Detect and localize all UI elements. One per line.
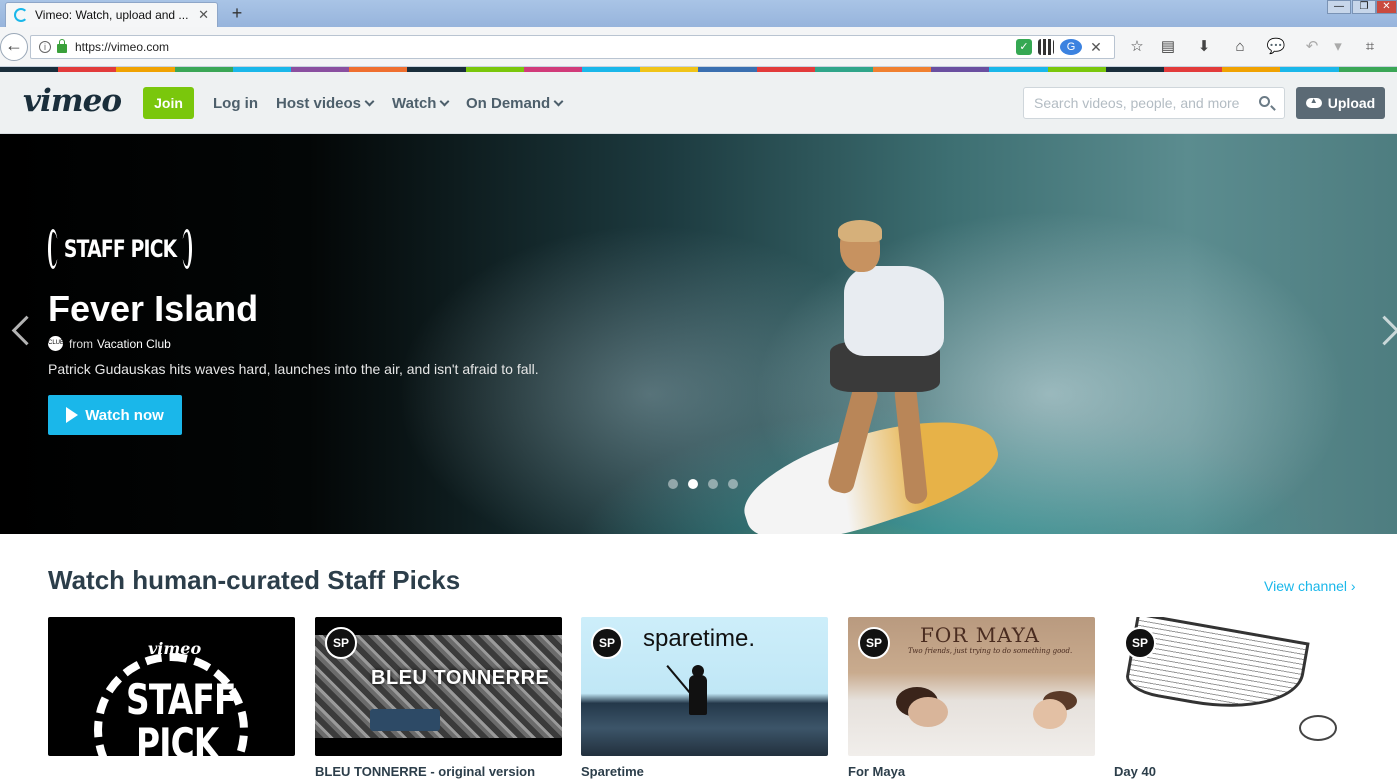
video-thumbnail-bleu-tonnerre[interactable]: BLEU TONNERRE SP bbox=[315, 617, 562, 756]
carousel-prev-arrow[interactable] bbox=[12, 314, 28, 344]
thumb-logo: vimeo bbox=[148, 639, 202, 658]
on-demand-label: On Demand bbox=[466, 95, 551, 112]
staff-pick-text: STAFF PICK bbox=[63, 235, 177, 263]
carousel-dot[interactable] bbox=[728, 479, 738, 489]
vimeo-logo[interactable]: vimeo bbox=[23, 83, 122, 119]
thumb-subtitle: Two friends, just trying to do something… bbox=[908, 647, 1073, 655]
video-thumbnail-sparetime[interactable]: sparetime. SP bbox=[581, 617, 828, 756]
sp-badge-icon: SP bbox=[1124, 627, 1156, 659]
thumb-title: FOR MAYA bbox=[920, 623, 1040, 647]
video-thumbnail-for-maya[interactable]: FOR MAYA Two friends, just trying to do … bbox=[848, 617, 1095, 756]
star-icon[interactable]: ☆ bbox=[1127, 37, 1147, 57]
window-minimize-button[interactable]: — bbox=[1327, 0, 1351, 14]
laurel-icon bbox=[182, 229, 193, 269]
thumb-title: BLEU TONNERRE bbox=[371, 667, 550, 689]
tab-title: Vimeo: Watch, upload and ... bbox=[35, 8, 189, 22]
chat-icon[interactable]: 💬 bbox=[1266, 37, 1286, 57]
staff-pick-badge: STAFF PICK bbox=[48, 227, 193, 271]
reading-list-icon[interactable]: ▤ bbox=[1158, 37, 1178, 57]
crop-icon[interactable]: ⌗ bbox=[1360, 37, 1380, 57]
on-demand-menu[interactable]: On Demand bbox=[466, 95, 564, 112]
join-button[interactable]: Join bbox=[143, 87, 194, 119]
chevron-down-icon bbox=[364, 96, 375, 107]
extension-g-icon[interactable]: G bbox=[1060, 39, 1082, 55]
url-text[interactable]: https://vimeo.com bbox=[75, 40, 1016, 54]
thumb-pick-text: PICK bbox=[136, 719, 219, 756]
window-close-button[interactable]: ✕ bbox=[1376, 0, 1397, 14]
video-caption[interactable]: BLEU TONNERRE - original version bbox=[315, 764, 535, 779]
carousel-dot[interactable] bbox=[688, 479, 698, 489]
browser-tab[interactable]: Vimeo: Watch, upload and ... ✕ bbox=[5, 2, 218, 27]
view-channel-link[interactable]: View channel › bbox=[1264, 578, 1356, 594]
hero-description: Patrick Gudauskas hits waves hard, launc… bbox=[48, 361, 539, 377]
thumb-title: sparetime. bbox=[643, 625, 756, 652]
loading-icon bbox=[14, 8, 28, 22]
host-videos-menu[interactable]: Host videos bbox=[276, 95, 375, 112]
carousel-next-arrow[interactable] bbox=[1380, 314, 1396, 344]
sp-badge-icon: SP bbox=[591, 627, 623, 659]
chevron-down-icon bbox=[440, 96, 450, 107]
browser-nav-bar: ← i https://vimeo.com ✓ G ✕ ☆ ▤ ⬇ ⌂ 💬 ↶ … bbox=[0, 27, 1397, 67]
info-icon[interactable]: i bbox=[39, 41, 51, 53]
hero-title[interactable]: Fever Island bbox=[48, 288, 258, 330]
creator-link[interactable]: Vacation Club bbox=[97, 337, 171, 351]
home-icon[interactable]: ⌂ bbox=[1230, 37, 1250, 57]
search-icon[interactable] bbox=[1259, 96, 1270, 107]
browser-tab-bar: Vimeo: Watch, upload and ... ✕ + — ❐ ✕ bbox=[0, 0, 1397, 27]
chevron-down-icon[interactable]: ▾ bbox=[1328, 37, 1348, 57]
qr-code-icon[interactable] bbox=[1038, 39, 1054, 55]
search-input[interactable] bbox=[1034, 88, 1254, 118]
tab-close-icon[interactable]: ✕ bbox=[198, 7, 209, 23]
silhouette-image bbox=[689, 665, 707, 715]
carousel-dots bbox=[668, 479, 748, 489]
sp-badge-icon: SP bbox=[858, 627, 890, 659]
laurel-icon bbox=[48, 229, 58, 269]
download-icon[interactable]: ⬇ bbox=[1194, 37, 1214, 57]
hero-carousel: STAFF PICK Fever Island CLUB from Vacati… bbox=[0, 134, 1397, 534]
hero-byline: CLUB from Vacation Club bbox=[48, 336, 171, 351]
watch-label: Watch bbox=[392, 95, 437, 112]
truck-image bbox=[370, 709, 440, 731]
watch-now-button[interactable]: Watch now bbox=[48, 395, 182, 435]
video-caption[interactable]: Sparetime bbox=[581, 764, 644, 779]
undo-icon[interactable]: ↶ bbox=[1302, 37, 1322, 57]
window-maximize-button[interactable]: ❐ bbox=[1352, 0, 1376, 14]
video-caption[interactable]: For Maya bbox=[848, 764, 905, 779]
thumb-staff-text: STAFF bbox=[126, 675, 236, 724]
video-thumbnail-day-40[interactable]: SP bbox=[1114, 617, 1361, 756]
rock-sketch-image bbox=[1299, 715, 1337, 741]
upload-button[interactable]: Upload bbox=[1296, 87, 1385, 119]
address-bar[interactable]: i https://vimeo.com ✓ G ✕ bbox=[30, 35, 1115, 59]
sp-badge-icon: SP bbox=[325, 627, 357, 659]
creator-avatar[interactable]: CLUB bbox=[48, 336, 64, 351]
site-header: vimeo Join Log in Host videos Watch On D… bbox=[0, 72, 1397, 134]
section-title: Watch human-curated Staff Picks bbox=[48, 565, 461, 595]
from-label: from bbox=[69, 336, 93, 351]
new-tab-button[interactable]: + bbox=[226, 2, 248, 24]
upload-cloud-icon bbox=[1305, 96, 1322, 108]
surfer-image bbox=[826, 220, 950, 505]
search-box bbox=[1023, 87, 1285, 119]
carousel-dot[interactable] bbox=[668, 479, 678, 489]
watch-now-label: Watch now bbox=[85, 406, 164, 424]
video-thumbnail-staff-pick[interactable]: vimeo STAFF PICK bbox=[48, 617, 295, 756]
host-videos-label: Host videos bbox=[276, 95, 362, 112]
clear-url-icon[interactable]: ✕ bbox=[1088, 39, 1104, 55]
back-button[interactable]: ← bbox=[0, 33, 28, 61]
carousel-dot[interactable] bbox=[708, 479, 718, 489]
play-icon bbox=[66, 407, 79, 423]
video-caption[interactable]: Day 40 bbox=[1114, 764, 1156, 779]
shield-extension-icon[interactable]: ✓ bbox=[1016, 39, 1032, 55]
upload-label: Upload bbox=[1327, 95, 1376, 111]
chevron-down-icon bbox=[553, 96, 564, 107]
login-link[interactable]: Log in bbox=[213, 95, 258, 112]
lock-icon bbox=[57, 38, 67, 53]
watch-menu[interactable]: Watch bbox=[392, 95, 450, 112]
